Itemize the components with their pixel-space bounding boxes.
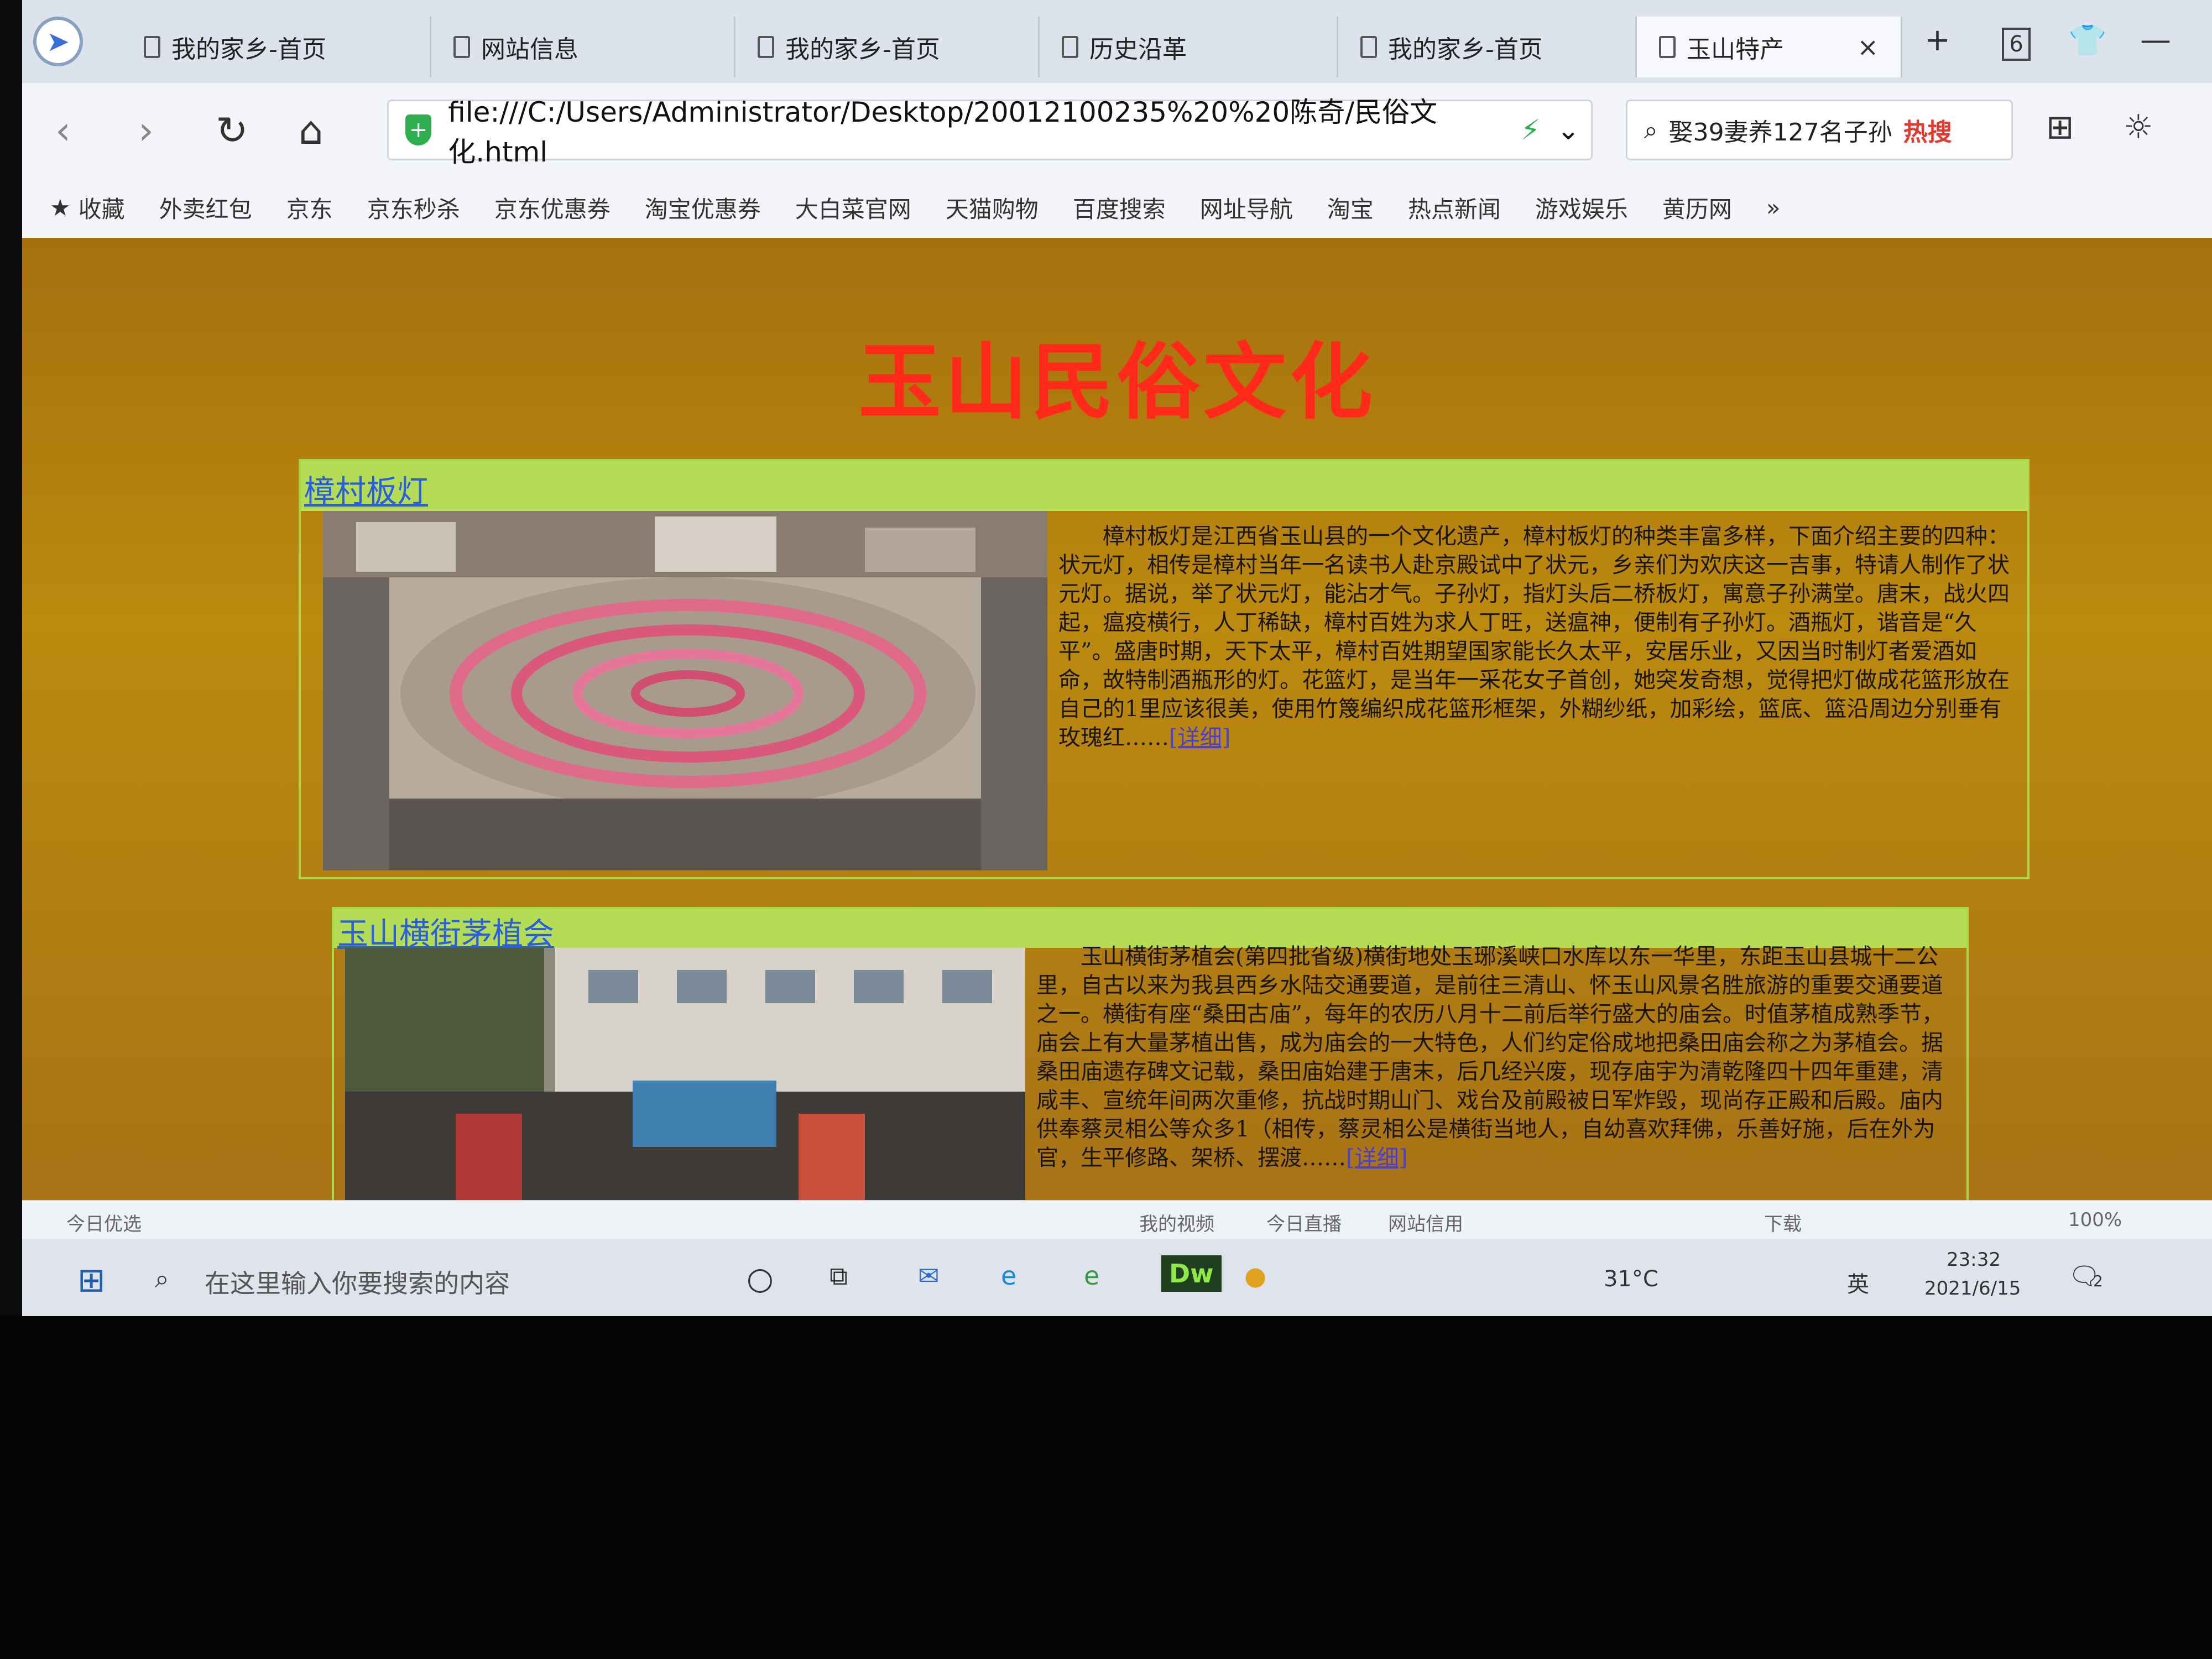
bookmark-item[interactable]: 大白菜官网 <box>795 191 911 225</box>
bookmark-item[interactable]: 京东秒杀 <box>367 191 460 225</box>
page-title: 玉山民俗文化 <box>858 333 1376 431</box>
shirt-icon[interactable]: 👕 <box>2068 22 2107 59</box>
tab-1[interactable]: 我的家乡-首页 <box>122 17 431 77</box>
bookmark-item[interactable]: 网址导航 <box>1200 191 1293 225</box>
details-link[interactable]: [详细] <box>1169 725 1230 750</box>
tab-2[interactable]: 网站信息 <box>431 17 735 77</box>
apps-grid-icon[interactable]: ⊞ <box>2046 108 2074 147</box>
minimize-icon[interactable]: — <box>2140 22 2171 58</box>
taskbar-search-input[interactable]: 在这里输入你要搜索的内容 <box>205 1264 510 1300</box>
my-videos-link[interactable]: 我的视频 <box>1139 1209 1214 1236</box>
tab-label: 我的家乡-首页 <box>785 35 940 64</box>
search-icon: ⌕ <box>155 1264 169 1293</box>
search-text: 娶39妻养127名子孙 <box>1668 118 1892 147</box>
bookmark-item[interactable]: 黄历网 <box>1662 191 1732 225</box>
section-header <box>301 461 2027 511</box>
url-text: file:///C:/Users/Administrator/Desktop/2… <box>448 96 1438 168</box>
tab-5[interactable]: 我的家乡-首页 <box>1338 17 1637 77</box>
description-text: 玉山横街茅植会(第四批省级)横街地处玉琊溪峡口水库以东一华里，东距玉山县城十二公… <box>1036 944 1944 1171</box>
bookmark-item[interactable]: 热点新闻 <box>1408 191 1501 225</box>
page-icon <box>1360 36 1377 58</box>
zoom-level[interactable]: 100% <box>2068 1209 2122 1231</box>
back-icon[interactable]: ‹ <box>55 108 71 153</box>
close-tab-icon[interactable]: × <box>1857 32 1879 62</box>
tab-label: 历史沿革 <box>1089 35 1187 64</box>
ie-icon[interactable]: e <box>1084 1261 1099 1291</box>
tab-count-badge[interactable]: 6 <box>2002 28 2031 61</box>
new-tab-button[interactable]: + <box>1924 22 1950 58</box>
clock-date: 2021/6/15 <box>1924 1277 2021 1300</box>
bookmark-item[interactable]: 京东 <box>286 191 333 225</box>
task-view-icon[interactable]: ⧉ <box>830 1261 848 1292</box>
section-description: 玉山横街茅植会(第四批省级)横街地处玉琊溪峡口水库以东一华里，东距玉山县城十二公… <box>1036 942 1954 1172</box>
tab-label: 玉山特产 <box>1687 35 1784 64</box>
page-content: 玉山民俗文化 樟村板灯 樟村板灯是江西省玉山县的一个文化遗产，樟村板灯的种类丰富… <box>22 238 2212 1200</box>
browser-logo-icon[interactable]: ➤ <box>33 17 83 66</box>
refresh-icon[interactable]: ↻ <box>216 108 248 153</box>
temple-fair-photo <box>345 948 1025 1200</box>
page-icon <box>1062 36 1078 58</box>
bookmarks-bar: ★ 收藏 外卖红包 京东 京东秒杀 京东优惠券 淘宝优惠券 大白菜官网 天猫购物… <box>22 177 2212 239</box>
notification-count: 2 <box>2093 1272 2103 1290</box>
bookmark-item[interactable]: 淘宝优惠券 <box>645 191 761 225</box>
browser-status-bar: 今日优选 我的视频 今日直播 网站信用 下载 100% <box>22 1200 2212 1240</box>
clock-time: 23:32 <box>1947 1249 2001 1271</box>
section-title-link[interactable]: 玉山横街茅植会 <box>337 909 554 954</box>
search-input[interactable]: ⌕ 娶39妻养127名子孙 热搜 <box>1626 100 2013 160</box>
bookmark-favorites[interactable]: 收藏 <box>79 191 125 225</box>
daily-picks[interactable]: 今日优选 <box>66 1209 142 1236</box>
edge-icon[interactable]: e <box>1001 1261 1016 1291</box>
bookmark-item[interactable]: 外卖红包 <box>159 191 252 225</box>
temperature: 31°C <box>1604 1266 1658 1292</box>
ime-indicator[interactable]: 英 <box>1847 1266 1869 1298</box>
section-description: 樟村板灯是江西省玉山县的一个文化遗产，樟村板灯的种类丰富多样，下面介绍主要的四种… <box>1058 522 2010 752</box>
home-icon[interactable]: ⌂ <box>299 108 323 153</box>
bookmark-item[interactable]: 百度搜索 <box>1073 191 1166 225</box>
more-bookmarks-icon[interactable]: » <box>1766 194 1781 221</box>
url-field[interactable]: + file:///C:/Users/Administrator/Desktop… <box>387 96 1593 168</box>
tab-bar: ➤ 我的家乡-首页 网站信息 我的家乡-首页 历史沿革 我的家乡-首页 玉山特产… <box>22 0 2212 83</box>
chevron-down-icon[interactable]: ⌄ <box>1557 114 1580 146</box>
bookmark-item[interactable]: 京东优惠券 <box>494 191 611 225</box>
bookmark-item[interactable]: 天猫购物 <box>946 191 1039 225</box>
details-link[interactable]: [详细] <box>1346 1145 1407 1171</box>
monitor-bezel <box>0 1316 2212 1659</box>
cortana-icon[interactable]: ○ <box>747 1261 774 1297</box>
bookmark-star-icon: ★ <box>50 194 71 221</box>
bookmark-item[interactable]: 游戏娱乐 <box>1535 191 1628 225</box>
site-credit-link[interactable]: 网站信用 <box>1388 1209 1463 1236</box>
tab-label: 我的家乡-首页 <box>171 35 326 64</box>
lightning-icon[interactable]: ⚡ <box>1521 114 1540 146</box>
bookmark-item[interactable]: 淘宝 <box>1327 191 1374 225</box>
dreamweaver-icon[interactable]: Dw <box>1161 1255 1222 1292</box>
search-icon: ⌕ <box>1644 116 1658 144</box>
page-icon <box>144 36 160 58</box>
tab-6-active[interactable]: 玉山特产 × <box>1637 17 1902 77</box>
windows-taskbar: ⊞ ⌕ 在这里输入你要搜索的内容 ○ ⧉ ✉ e e Dw ● 31°C 英 2… <box>22 1239 2212 1316</box>
screen: ➤ 我的家乡-首页 网站信息 我的家乡-首页 历史沿革 我的家乡-首页 玉山特产… <box>22 0 2212 1316</box>
page-icon <box>453 36 470 58</box>
live-link[interactable]: 今日直播 <box>1266 1209 1342 1236</box>
tab-3[interactable]: 我的家乡-首页 <box>735 17 1040 77</box>
browser-taskbar-icon[interactable]: ● <box>1244 1261 1266 1291</box>
security-shield-icon: + <box>405 114 432 145</box>
section-hengjie-fair: 玉山横街茅植会 玉山横街茅植会(第四批省级)横街地处玉琊溪峡口水库以东一华里，东… <box>332 907 1969 1200</box>
address-bar: ‹ › ↻ ⌂ + file:///C:/Users/Administrator… <box>22 83 2212 178</box>
page-icon <box>1659 36 1676 58</box>
hot-search-badge: 热搜 <box>1903 118 1952 147</box>
forward-icon[interactable]: › <box>138 108 154 153</box>
windows-start-icon[interactable]: ⊞ <box>77 1261 105 1300</box>
section-title-link[interactable]: 樟村板灯 <box>304 467 428 512</box>
description-text: 樟村板灯是江西省玉山县的一个文化遗产，樟村板灯的种类丰富多样，下面介绍主要的四种… <box>1058 524 2010 750</box>
brightness-icon[interactable]: ☼ <box>2124 108 2153 147</box>
tab-label: 我的家乡-首页 <box>1388 35 1543 64</box>
mail-icon[interactable]: ✉ <box>918 1261 940 1291</box>
download-link[interactable]: 下载 <box>1764 1209 1802 1236</box>
lantern-dance-photo <box>323 511 1047 870</box>
section-zhangcun-lantern: 樟村板灯 樟村板灯是江西省玉山县的一个文化遗产，樟村板灯的种类丰富多样，下面介绍… <box>299 459 2030 879</box>
page-icon <box>758 36 774 58</box>
tab-label: 网站信息 <box>481 35 578 64</box>
tab-4[interactable]: 历史沿革 <box>1040 17 1338 77</box>
